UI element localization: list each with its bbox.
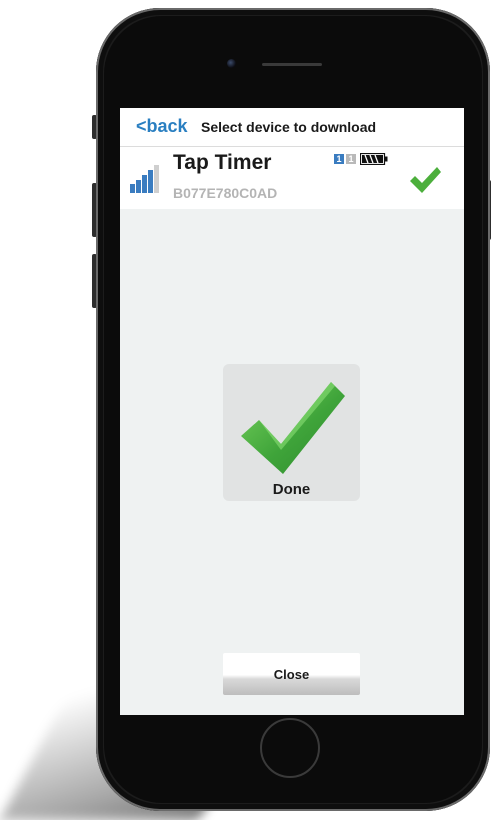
checkmark-icon xyxy=(241,382,345,474)
badge-2: 1 xyxy=(346,154,356,164)
home-button[interactable] xyxy=(260,718,320,778)
back-button[interactable]: <back xyxy=(136,116,188,137)
status-panel: Done xyxy=(223,364,360,501)
status-label: Done xyxy=(272,481,311,498)
earpiece-speaker xyxy=(262,63,322,66)
checkmark-icon xyxy=(410,167,441,193)
badge-1: 1 xyxy=(334,154,344,164)
close-button[interactable]: Close xyxy=(223,653,360,695)
close-button-label: Close xyxy=(273,667,310,682)
app-screen: <back Select device to download Tap Time… xyxy=(120,108,464,715)
front-camera-icon xyxy=(227,59,236,68)
device-id: B077E780C0AD xyxy=(173,185,278,201)
signal-strength-icon xyxy=(130,165,160,193)
battery-icon xyxy=(360,153,388,165)
device-list-item[interactable]: Tap Timer B077E780C0AD 1 1 xyxy=(120,147,464,209)
device-name: Tap Timer xyxy=(173,151,272,174)
page-title: Select device to download xyxy=(201,119,377,135)
navigation-bar: <back Select device to download xyxy=(120,108,464,147)
